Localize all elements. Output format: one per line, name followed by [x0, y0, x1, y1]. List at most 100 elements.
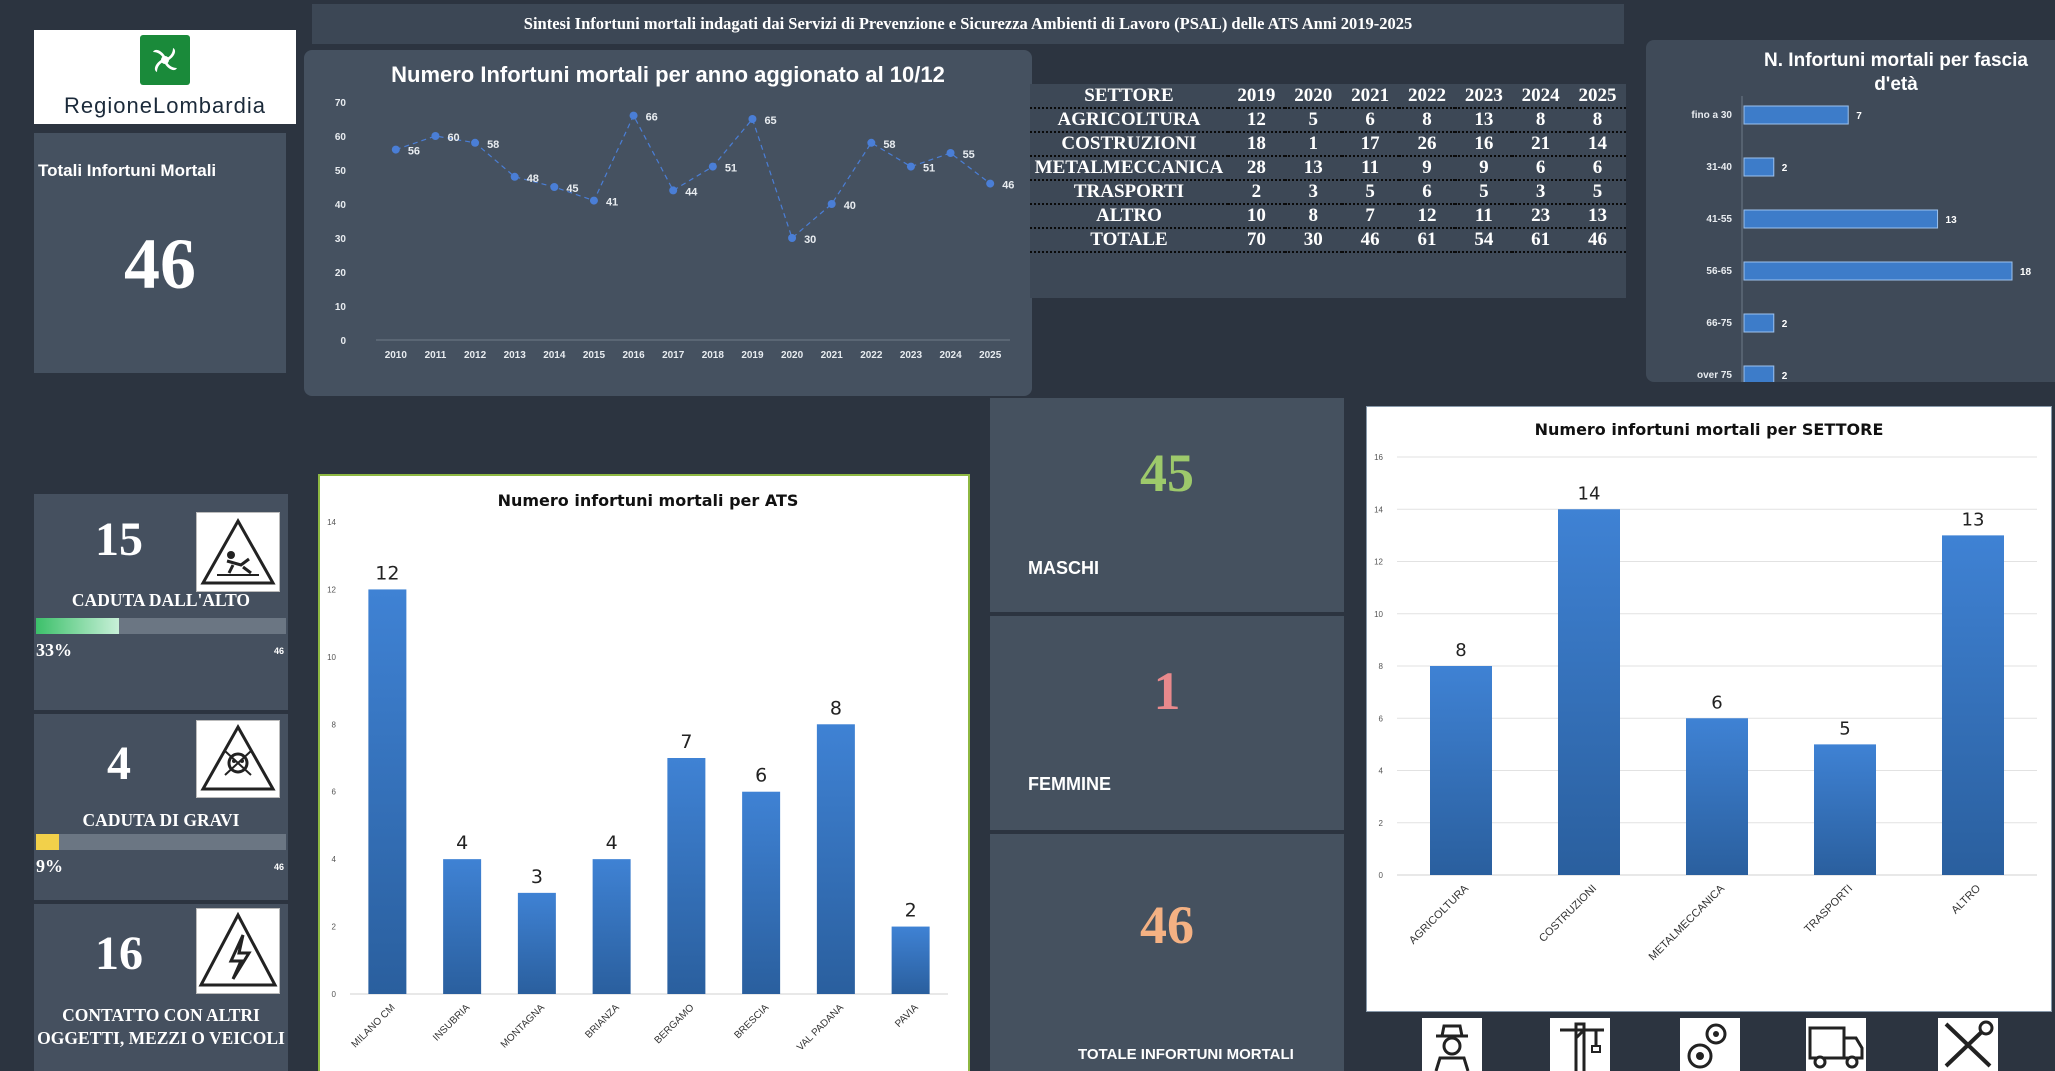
accident-card-contact: 16 CONTATTO CON ALTRI OGGETTI, MEZZI O V… — [34, 904, 288, 1071]
data-label: 2 — [1782, 371, 1788, 382]
data-point — [788, 234, 797, 242]
accident-total: 46 — [273, 646, 284, 656]
y-tick-label: 40 — [335, 200, 347, 211]
table-cell-value: 10 — [1227, 204, 1285, 229]
table-cell-value: 14 — [1569, 132, 1626, 157]
accident-progress-fill — [36, 834, 59, 850]
total-label: TOTALE INFORTUNI MORTALI — [1078, 1046, 1294, 1063]
totals-value: 46 — [124, 224, 196, 304]
chart-title: Numero infortuni mortali per ATS — [498, 491, 799, 510]
accident-value: 15 — [95, 513, 143, 566]
y-tick-label: 2 — [1379, 819, 1384, 828]
data-label: 2 — [1782, 163, 1788, 174]
table-cell-sector: SETTORE — [1030, 84, 1228, 109]
table-cell-value: 13 — [1569, 204, 1626, 229]
table-cell-value: 8 — [1284, 204, 1342, 229]
bar — [1430, 666, 1492, 875]
table-cell-value: 2022 — [1398, 84, 1456, 109]
accident-progress-bar — [36, 618, 286, 634]
x-tick-label: 2011 — [425, 350, 447, 361]
data-point — [550, 183, 559, 191]
data-label: 18 — [2020, 267, 2032, 278]
age-chart-title-line2: d'età — [1874, 74, 1918, 95]
totals-label: Totali Infortuni Mortali — [38, 161, 217, 180]
lombardy-rose-icon — [140, 35, 190, 85]
data-label: 7 — [1856, 111, 1862, 122]
table-row: TOTALE 70 30 46 61 54 61 46 — [1030, 228, 1626, 253]
table-cell-sector: COSTRUZIONI — [1030, 132, 1228, 157]
total-value: 46 — [1140, 895, 1194, 955]
data-label: 13 — [1962, 509, 1985, 530]
y-tick-label: 41-55 — [1706, 214, 1732, 225]
x-tick-label: 2013 — [504, 350, 527, 361]
table-cell-value: 16 — [1455, 132, 1513, 157]
bar — [1558, 509, 1620, 875]
x-tick-label: 2015 — [583, 350, 606, 361]
table-row: ALTRO 10 8 7 12 11 23 13 — [1030, 204, 1626, 229]
female-value: 1 — [1153, 661, 1181, 721]
data-label: 44 — [685, 186, 698, 198]
table-cell-value: 5 — [1284, 108, 1342, 133]
farmer-icon — [1422, 1018, 1482, 1071]
bar — [517, 892, 556, 994]
data-label: 56 — [408, 146, 420, 158]
data-label: 65 — [764, 115, 776, 127]
bar — [368, 589, 407, 994]
table-cell-value: 2025 — [1569, 84, 1626, 109]
male-card: 45 MASCHI — [990, 398, 1344, 612]
data-label: 2 — [905, 900, 917, 922]
y-tick-label: 6 — [332, 788, 337, 797]
x-tick-label: VAL PADANA — [795, 1002, 846, 1053]
logo-text: RegioneLombardia — [64, 93, 266, 118]
y-tick-label: 60 — [335, 132, 347, 143]
y-tick-label: 8 — [332, 720, 337, 729]
table-row: AGRICOLTURA 12 5 6 8 13 8 8 — [1030, 108, 1626, 133]
y-tick-label: 50 — [335, 166, 347, 177]
accident-label: CADUTA DALL'ALTO — [71, 590, 251, 610]
data-point — [431, 132, 440, 140]
table-cell-value: 6 — [1341, 108, 1399, 133]
dashboard-title: Sintesi Infortuni mortali indagati dai S… — [312, 4, 1624, 44]
table-cell-value: 46 — [1341, 228, 1399, 253]
x-tick-label: AGRICOLTURA — [1407, 882, 1472, 947]
x-tick-label: MILANO CM — [350, 1002, 398, 1050]
x-tick-label: 2020 — [781, 350, 804, 361]
y-tick-label: 10 — [335, 302, 347, 313]
y-tick-label: fino a 30 — [1691, 110, 1732, 121]
totals-card: Totali Infortuni Mortali 46 — [34, 133, 286, 373]
male-value: 45 — [1140, 443, 1194, 503]
y-tick-label: 70 — [335, 98, 347, 109]
data-point — [748, 115, 757, 123]
y-tick-label: over 75 — [1697, 370, 1732, 381]
accident-value: 4 — [107, 737, 131, 790]
table-cell-value: 2021 — [1341, 84, 1399, 109]
accident-label: CADUTA DI GRAVI — [82, 810, 240, 830]
table-cell-value: 61 — [1512, 228, 1570, 253]
table-cell-value: 9 — [1398, 156, 1456, 181]
x-tick-label: 2023 — [900, 350, 923, 361]
construction-crane-icon — [1550, 1018, 1610, 1071]
data-label: 13 — [1946, 215, 1958, 226]
table-cell-value: 23 — [1512, 204, 1570, 229]
x-tick-label: 2022 — [860, 350, 883, 361]
data-point — [589, 196, 598, 205]
table-cell-value: 3 — [1284, 180, 1342, 205]
table-cell-sector: METALMECCANICA — [1030, 156, 1228, 181]
x-tick-label: 2024 — [939, 350, 962, 361]
data-label: 5 — [1839, 718, 1850, 739]
x-tick-label: 2018 — [702, 350, 725, 361]
bar — [1743, 105, 1849, 125]
x-tick-label: COSTRUZIONI — [1537, 883, 1599, 945]
data-label: 8 — [1455, 640, 1466, 661]
y-tick-label: 8 — [1379, 662, 1384, 671]
data-point — [669, 186, 678, 195]
table-cell-value: 61 — [1398, 228, 1456, 253]
y-tick-label: 20 — [335, 268, 347, 279]
data-point — [629, 111, 638, 120]
data-point — [946, 149, 955, 157]
accident-percent: 9% — [36, 856, 63, 876]
table-cell-value: 9 — [1455, 156, 1513, 181]
data-point — [471, 138, 480, 147]
x-tick-label: BERGAMO — [653, 1002, 697, 1046]
y-tick-label: 10 — [1374, 610, 1383, 619]
